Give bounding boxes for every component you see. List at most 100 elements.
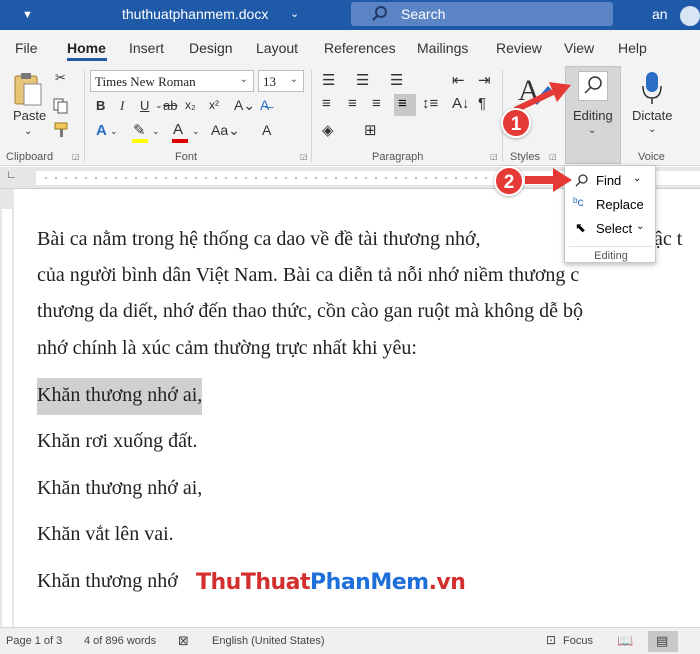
cut-icon[interactable]: ✂ [55, 70, 66, 86]
search-icon [372, 6, 387, 21]
shading-icon[interactable]: ◈ [322, 121, 334, 139]
align-left-icon[interactable]: ≡ [322, 95, 331, 112]
underline-icon[interactable]: U [140, 98, 149, 113]
tab-layout[interactable]: Layout [256, 40, 298, 56]
bold-icon[interactable]: B [96, 98, 105, 113]
verse-line[interactable]: Khăn vắt lên vai. [37, 523, 174, 546]
paste-dropdown-icon[interactable]: ⌄ [24, 126, 32, 137]
vertical-ruler[interactable] [0, 189, 14, 627]
paragraph-launcher-icon[interactable]: ◲ [490, 152, 498, 161]
font-size-menu-icon[interactable]: Aa⌄ [211, 122, 240, 139]
select-menu-item[interactable]: ⬉ Select ⌄ [569, 217, 653, 239]
chevron-down-icon: ⌄ [289, 74, 298, 85]
italic-icon[interactable]: I [120, 98, 124, 114]
verse-line[interactable]: Khăn thương nhớ ai, [37, 477, 202, 500]
sort-icon[interactable]: A↓ [452, 95, 470, 112]
tab-help[interactable]: Help [618, 40, 647, 56]
paragraph-line[interactable]: nhớ chính là xúc cảm thường trực nhất kh… [37, 337, 417, 360]
chevron-down-icon[interactable]: ⌄ [152, 126, 160, 137]
tab-insert[interactable]: Insert [129, 40, 164, 56]
paragraph-line[interactable]: thương da diết, nhớ đến thao thức, cồn c… [37, 300, 583, 323]
subscript-icon[interactable]: x₂ [185, 98, 196, 112]
verse-line[interactable]: Khăn thương nhớ [37, 570, 178, 593]
read-mode-icon[interactable]: 📖 [617, 633, 633, 649]
font-size-combo[interactable]: 13 ⌄ [258, 70, 304, 92]
proofing-icon[interactable]: ⊠ [178, 633, 189, 649]
line-spacing-icon[interactable]: ↕≡ [422, 95, 438, 112]
microphone-icon[interactable] [640, 70, 664, 106]
copy-icon[interactable] [53, 98, 69, 114]
chevron-down-icon[interactable]: ⌄ [110, 126, 118, 137]
tab-home[interactable]: Home [67, 40, 106, 56]
vertical-ruler-area[interactable] [2, 209, 12, 627]
watermark-logo: ThuThuatPhanMem.vn [196, 570, 466, 595]
chevron-down-icon[interactable]: ⌄ [648, 124, 656, 135]
paste-button[interactable]: Paste [13, 108, 46, 123]
borders-icon[interactable]: ⊞ [364, 121, 377, 139]
language[interactable]: English (United States) [212, 635, 325, 647]
tab-review[interactable]: Review [496, 40, 542, 56]
watermark-part: ThuThuat [196, 570, 311, 595]
strikethrough-icon[interactable]: ab [163, 98, 177, 113]
font-size-value: 13 [263, 74, 276, 89]
focus-icon[interactable]: ⊡ [546, 633, 556, 647]
search-placeholder: Search [401, 6, 446, 22]
tab-view[interactable]: View [564, 40, 594, 56]
chevron-down-icon: ⌄ [636, 221, 645, 232]
bullets-icon[interactable]: ☰ [322, 71, 335, 89]
chevron-down-icon[interactable]: ⌄ [192, 126, 200, 137]
paragraph-line[interactable]: của người bình dân Việt Nam. Bài ca diễn… [37, 264, 579, 287]
paste-icon[interactable] [12, 72, 44, 108]
title-caret-icon[interactable]: ⌄ [290, 7, 299, 20]
step-badge-2: 2 [494, 166, 524, 196]
voice-group-label: Voice [638, 151, 665, 163]
increase-indent-icon[interactable]: ⇥ [478, 71, 491, 89]
align-center-icon[interactable]: ≡ [348, 95, 357, 112]
tab-design[interactable]: Design [189, 40, 233, 56]
show-formatting-icon[interactable]: ¶ [478, 95, 486, 112]
dictate-button[interactable]: Dictate [632, 108, 672, 123]
font-launcher-icon[interactable]: ◲ [300, 152, 308, 161]
tab-references[interactable]: References [324, 40, 396, 56]
find-menu-item[interactable]: Find ⌄ [569, 169, 653, 191]
print-layout-button[interactable]: ▤ [648, 631, 678, 652]
styles-launcher-icon[interactable]: ◲ [549, 152, 557, 161]
decrease-indent-icon[interactable]: ⇤ [452, 71, 465, 89]
paragraph-line[interactable]: Bài ca nằm trong hệ thống ca dao về đề t… [37, 228, 481, 251]
quick-access-dropdown-icon[interactable]: ▼ [22, 9, 33, 21]
tab-mailings[interactable]: Mailings [417, 40, 468, 56]
replace-menu-item[interactable]: ᵇc Replace [569, 193, 653, 215]
verse-line-selected[interactable]: Khăn thương nhớ ai, [37, 378, 203, 415]
font-name-combo[interactable]: Times New Roman ⌄ [90, 70, 254, 92]
print-layout-icon: ▤ [656, 633, 669, 648]
page-count[interactable]: Page 1 of 3 [6, 635, 62, 647]
enlarge-font-icon[interactable]: A [262, 122, 271, 138]
find-label: Find [596, 173, 622, 188]
change-case-icon[interactable]: A⌄ [234, 97, 255, 114]
status-bar: Page 1 of 3 4 of 896 words ⊠ English (Un… [0, 627, 700, 654]
tab-selector-icon[interactable]: ∟ [6, 169, 17, 181]
superscript-icon[interactable]: x² [209, 98, 219, 112]
avatar[interactable] [680, 6, 700, 26]
multilevel-list-icon[interactable]: ☰ [390, 71, 403, 89]
font-color-icon[interactable]: A [173, 121, 183, 138]
verse-line[interactable]: Khăn rơi xuống đất. [37, 430, 198, 453]
word-count[interactable]: 4 of 896 words [84, 635, 156, 647]
font-group-label: Font [175, 151, 198, 163]
clear-formatting-icon[interactable]: A̶ [260, 97, 269, 113]
tab-file[interactable]: File [15, 40, 38, 56]
separator [84, 70, 85, 162]
highlight-color-icon[interactable]: ✎ [133, 121, 146, 139]
chevron-down-icon: ⌄ [633, 173, 642, 184]
focus-button[interactable]: Focus [563, 635, 593, 647]
clipboard-launcher-icon[interactable]: ◲ [72, 152, 80, 161]
chevron-down-icon: ⌄ [239, 74, 248, 85]
chevron-down-icon[interactable]: ⌄ [155, 100, 163, 111]
numbering-icon[interactable]: ☰ [356, 71, 369, 89]
search-box[interactable]: Search [351, 2, 613, 26]
align-right-icon[interactable]: ≡ [372, 95, 381, 112]
justify-button[interactable]: ≡ [394, 94, 416, 116]
format-painter-icon[interactable] [53, 122, 69, 138]
user-name[interactable]: an [652, 6, 668, 22]
text-effects-icon[interactable]: A [96, 122, 107, 139]
